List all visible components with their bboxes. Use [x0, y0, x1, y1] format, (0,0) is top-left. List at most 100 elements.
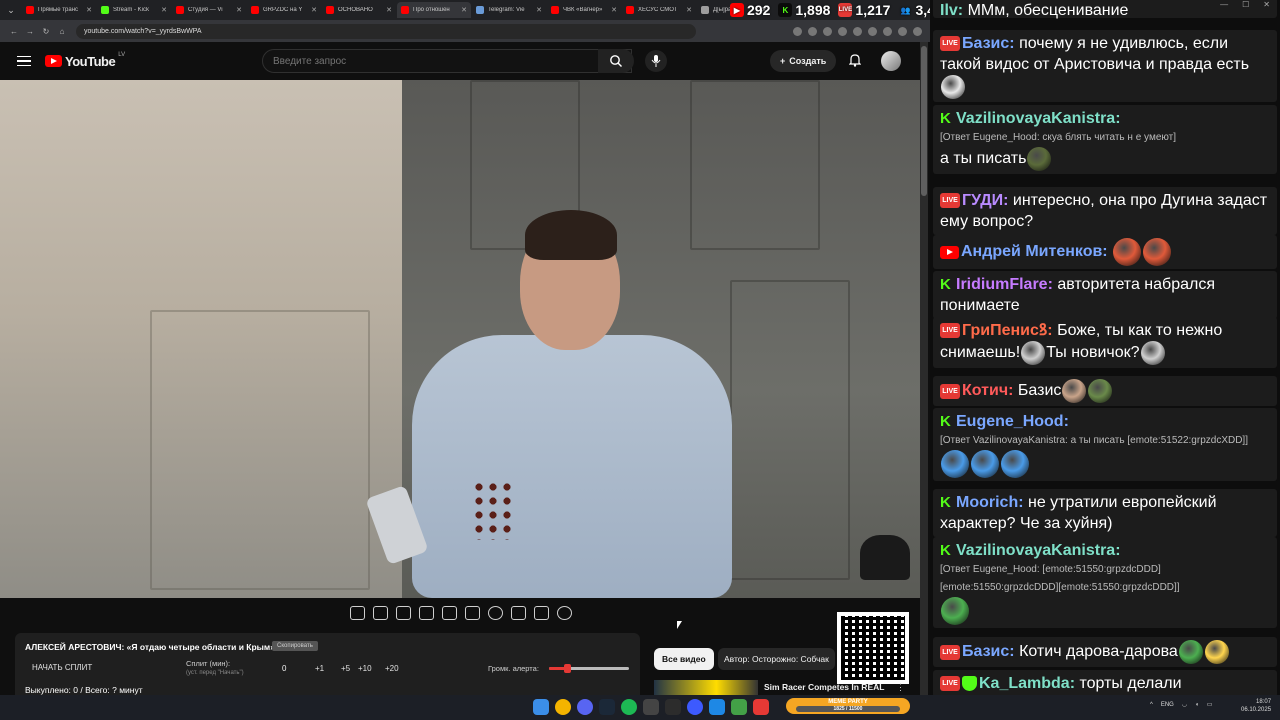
start-icon[interactable] [533, 699, 549, 715]
recommended-video-title[interactable]: Sim Racer Competes In REAL [764, 682, 884, 692]
browser-tab[interactable]: Про отношен ✕ [397, 2, 471, 18]
battery-icon[interactable]: ▭ [1207, 701, 1213, 708]
tray-chevron-icon[interactable]: ^ [1150, 702, 1153, 708]
steam-icon[interactable] [599, 699, 615, 715]
user-avatar[interactable] [881, 51, 901, 71]
volume-icon[interactable]: ◖ [1195, 702, 1199, 708]
more-options-icon[interactable]: ⋮ [896, 682, 905, 693]
page-scrollbar[interactable] [920, 42, 928, 695]
zoom-icon[interactable] [808, 26, 817, 36]
scrollbar-thumb[interactable] [921, 46, 927, 196]
close-icon[interactable]: ✕ [1263, 0, 1270, 16]
wifi-icon[interactable]: ◡ [1182, 701, 1187, 708]
picture-in-picture-icon[interactable] [442, 606, 457, 620]
browser-tab[interactable]: ЧВК «Вагнер» ✕ [547, 2, 621, 18]
add-1-button[interactable]: +1 [315, 664, 324, 673]
browser-tab[interactable]: Stream - Kick ✕ [97, 2, 171, 18]
install-icon[interactable] [793, 26, 802, 36]
clock-date: 06.10.2025 [1241, 707, 1272, 713]
home-icon[interactable]: ⌂ [54, 27, 70, 36]
puzzle-icon[interactable] [868, 26, 877, 36]
alert-volume-knob[interactable] [563, 664, 571, 673]
add-10-button[interactable]: +10 [358, 664, 372, 673]
add-20-button[interactable]: +20 [385, 664, 399, 673]
start-split-button[interactable]: НАЧАТЬ СПЛИТ [32, 663, 92, 672]
browser-tab[interactable]: Студия — Vi ✕ [172, 2, 246, 18]
video-player[interactable] [0, 80, 920, 598]
clapper-icon[interactable] [419, 606, 434, 620]
discord-icon[interactable] [577, 699, 593, 715]
live-platform-icon: LIVE [940, 676, 960, 692]
app-icon[interactable] [753, 699, 769, 715]
tab-close-icon[interactable]: ✕ [686, 6, 692, 14]
browser-tab[interactable]: ОСНОВАНО ✕ [322, 2, 396, 18]
copy-button[interactable]: Скопировать [272, 641, 318, 651]
app-icon[interactable] [687, 699, 703, 715]
browser-tab[interactable]: GRPZDC на Y ✕ [247, 2, 321, 18]
tab-close-icon[interactable]: ✕ [386, 6, 392, 14]
youtube-viewers: ▶ 292 [730, 2, 770, 18]
broadcast-icon[interactable] [373, 606, 388, 620]
taskbar-clock[interactable]: 18:07 06.10.2025 [1241, 698, 1271, 714]
tab-close-icon[interactable]: ✕ [611, 6, 617, 14]
tab-close-icon[interactable]: ✕ [236, 6, 242, 14]
chrome-icon[interactable] [555, 699, 571, 715]
tab-title: ХЕСУС СМОТ [638, 7, 678, 13]
film-icon[interactable] [465, 606, 480, 620]
back-icon[interactable]: ← [6, 27, 22, 36]
meme-party-count: 1825 / 11500 [796, 706, 900, 712]
recommended-video-thumbnail[interactable] [654, 680, 758, 696]
tab-close-icon[interactable]: ✕ [311, 6, 317, 14]
browser-tab[interactable]: Telegram: Vie ✕ [472, 2, 546, 18]
download-icon[interactable] [883, 26, 892, 36]
tab-close-icon[interactable]: ✕ [161, 6, 167, 14]
profile-icon[interactable] [898, 26, 907, 36]
forward-icon[interactable]: → [22, 27, 38, 36]
alert-volume-slider[interactable] [549, 664, 629, 673]
minimize-icon[interactable]: — [1220, 0, 1228, 16]
tab-search-icon[interactable]: ⌄ [0, 0, 22, 20]
tab-close-icon[interactable]: ✕ [536, 6, 542, 14]
menu-dots-icon[interactable] [913, 26, 922, 36]
youtube-logo[interactable]: YouTube LV [45, 52, 125, 69]
url-input[interactable]: youtube.com/watch?v=_yyrdsBwWPA [76, 23, 696, 39]
spotify-icon[interactable] [621, 699, 637, 715]
menu-icon[interactable] [17, 55, 31, 67]
chip-author[interactable]: Автор: Осторожно: Собчак [718, 648, 835, 670]
add-clip-icon[interactable] [511, 606, 526, 620]
youtube-header: YouTube LV + Создать [0, 42, 920, 80]
bookmark-star-icon[interactable] [838, 26, 847, 36]
loop-icon[interactable] [350, 606, 365, 620]
create-button[interactable]: + Создать [770, 50, 837, 72]
username-colon: : [1102, 243, 1113, 261]
tab-close-icon[interactable]: ✕ [86, 6, 92, 14]
obs-icon[interactable] [643, 699, 659, 715]
search-icon [610, 55, 622, 67]
browser-tab[interactable]: Прямые транс ✕ [22, 2, 96, 18]
share-icon[interactable] [823, 26, 832, 36]
chat-emote-icon [1140, 341, 1165, 365]
folder-icon[interactable] [665, 699, 681, 715]
browser-tab[interactable]: ХЕСУС СМОТ ✕ [622, 2, 696, 18]
add-5-button[interactable]: +5 [341, 664, 350, 673]
username-colon: : [1047, 322, 1058, 339]
notifications-bell-icon[interactable] [849, 53, 861, 67]
settings-gear-icon[interactable] [557, 606, 572, 620]
split-label: Сплит (мин): [186, 659, 231, 668]
tab-title: ОСНОВАНО [338, 7, 373, 13]
search-button[interactable] [598, 49, 634, 73]
search-input[interactable] [273, 55, 609, 67]
maximize-icon[interactable]: ☐ [1242, 0, 1249, 16]
language-indicator[interactable]: ENG [1161, 702, 1174, 708]
reload-icon[interactable]: ↻ [38, 27, 54, 36]
app-icon[interactable] [709, 699, 725, 715]
tab-favicon-icon [101, 6, 109, 14]
voice-search-button[interactable] [645, 50, 667, 72]
tab-close-icon[interactable]: ✕ [461, 6, 467, 14]
app-icon[interactable] [731, 699, 747, 715]
extension-icon[interactable] [853, 26, 862, 36]
screenshot-icon[interactable] [396, 606, 411, 620]
camera-icon[interactable] [534, 606, 549, 620]
chip-all-videos[interactable]: Все видео [654, 648, 714, 670]
speed-icon[interactable] [488, 606, 503, 620]
